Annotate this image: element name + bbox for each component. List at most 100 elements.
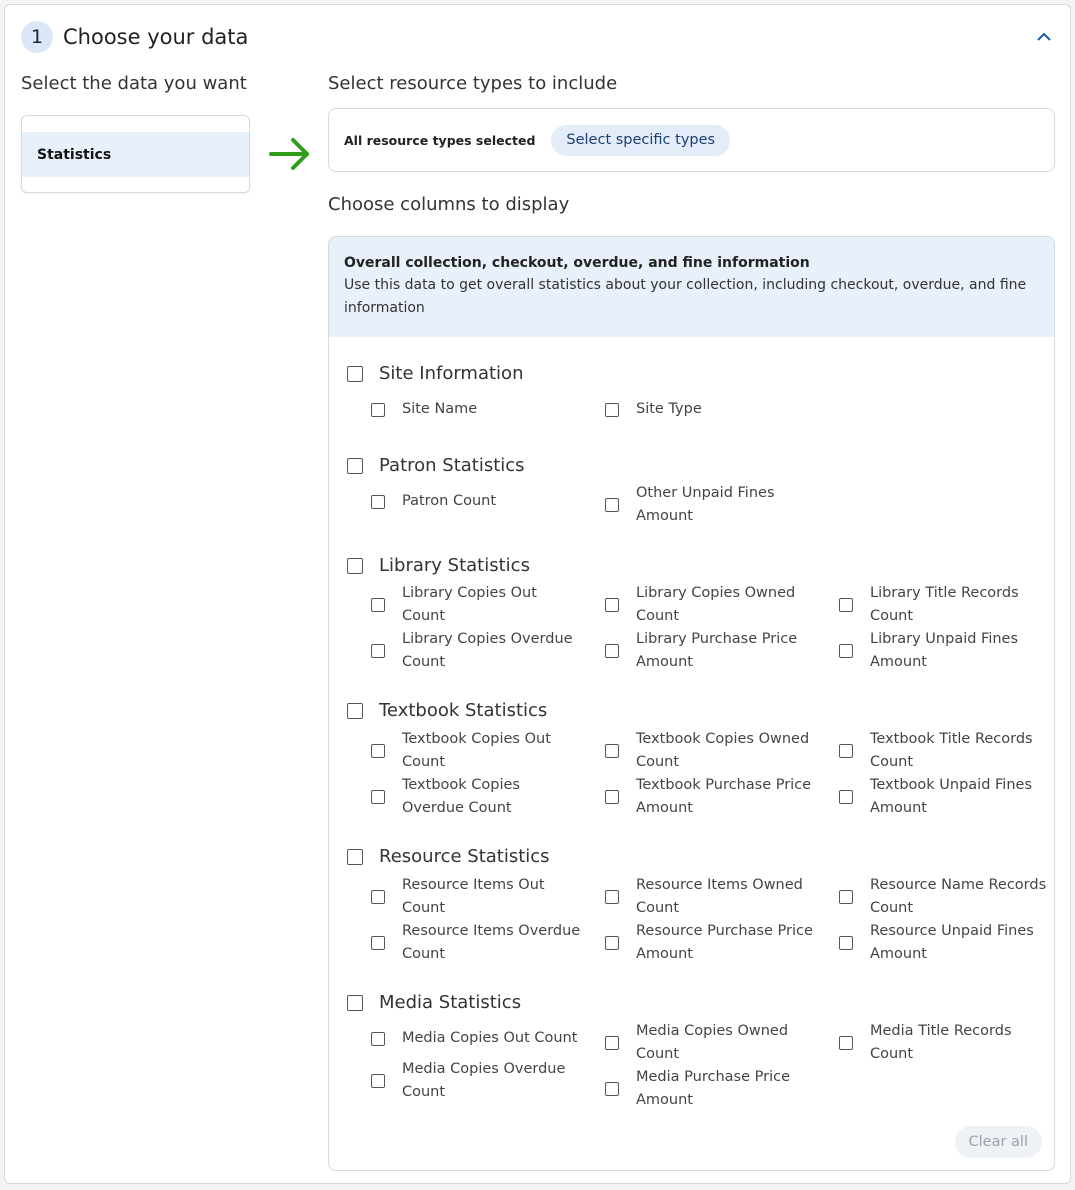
group-resource-statistics[interactable]: Resource Statistics — [347, 846, 550, 867]
option-resource-name-records-count[interactable]: Resource Name Records Count — [839, 874, 1051, 920]
option-label: Media Copies Owned Count — [636, 1023, 789, 1062]
option-label: Resource Items Owned Count — [636, 877, 803, 916]
option-media-copies-out-count[interactable]: Media Copies Out Count — [371, 1027, 581, 1050]
option-checkbox[interactable] — [605, 936, 619, 950]
option-label: Media Copies Overdue Count — [402, 1061, 566, 1100]
option-checkbox[interactable] — [605, 598, 619, 612]
option-label: Resource Purchase Price Amount — [636, 923, 813, 962]
columns-heading: Choose columns to display — [328, 194, 570, 215]
option-checkbox[interactable] — [371, 644, 385, 658]
option-label: Resource Name Records Count — [870, 877, 1047, 916]
option-checkbox[interactable] — [371, 1031, 385, 1046]
option-site-type[interactable]: Site Type — [605, 398, 815, 421]
group-label: Resource Statistics — [379, 846, 550, 867]
option-checkbox[interactable] — [839, 936, 853, 950]
group-checkbox[interactable] — [347, 457, 363, 474]
option-label: Site Name — [402, 401, 478, 417]
option-textbook-copies-owned-count[interactable]: Textbook Copies Owned Count — [605, 728, 815, 774]
group-textbook-statistics[interactable]: Textbook Statistics — [347, 700, 547, 721]
option-library-unpaid-fines-amount[interactable]: Library Unpaid Fines Amount — [839, 628, 1049, 674]
option-textbook-purchase-price-amount[interactable]: Textbook Purchase Price Amount — [605, 774, 815, 820]
option-library-copies-out-count[interactable]: Library Copies Out Count — [371, 582, 581, 628]
option-label: Library Copies Overdue Count — [402, 631, 573, 670]
columns-box: Overall collection, checkout, overdue, a… — [328, 236, 1055, 1171]
option-media-copies-overdue-count[interactable]: Media Copies Overdue Count — [371, 1058, 581, 1104]
collapse-button[interactable] — [1032, 25, 1056, 49]
option-resource-items-overdue-count[interactable]: Resource Items Overdue Count — [371, 920, 581, 966]
option-label: Library Title Records Count — [870, 585, 1019, 624]
data-type-heading: Select the data you want — [21, 73, 247, 94]
option-library-copies-overdue-count[interactable]: Library Copies Overdue Count — [371, 628, 581, 674]
option-checkbox[interactable] — [371, 1074, 385, 1088]
group-checkbox[interactable] — [347, 557, 363, 574]
option-other-unpaid-fines-amount[interactable]: Other Unpaid Fines Amount — [605, 482, 815, 528]
group-checkbox[interactable] — [347, 702, 363, 719]
clear-all-button[interactable]: Clear all — [954, 1126, 1042, 1158]
option-checkbox[interactable] — [605, 1082, 619, 1096]
resource-types-box: All resource types selected Select speci… — [328, 108, 1055, 172]
data-type-list: Statistics — [21, 115, 250, 193]
option-checkbox[interactable] — [371, 402, 385, 417]
option-checkbox[interactable] — [371, 936, 385, 950]
option-library-purchase-price-amount[interactable]: Library Purchase Price Amount — [605, 628, 815, 674]
option-label: Site Type — [636, 401, 702, 417]
option-checkbox[interactable] — [605, 890, 619, 904]
group-library-statistics[interactable]: Library Statistics — [347, 555, 530, 576]
option-media-purchase-price-amount[interactable]: Media Purchase Price Amount — [605, 1066, 815, 1112]
info-banner: Overall collection, checkout, overdue, a… — [329, 237, 1054, 337]
group-media-statistics[interactable]: Media Statistics — [347, 992, 521, 1013]
option-checkbox[interactable] — [371, 494, 385, 509]
option-checkbox[interactable] — [605, 790, 619, 804]
option-checkbox[interactable] — [605, 744, 619, 758]
option-label: Textbook Title Records Count — [870, 731, 1033, 770]
data-type-item-statistics[interactable]: Statistics — [22, 132, 249, 177]
option-label: Textbook Unpaid Fines Amount — [870, 777, 1032, 816]
option-site-name[interactable]: Site Name — [371, 398, 581, 421]
option-textbook-unpaid-fines-amount[interactable]: Textbook Unpaid Fines Amount — [839, 774, 1049, 820]
option-textbook-title-records-count[interactable]: Textbook Title Records Count — [839, 728, 1049, 774]
option-media-copies-owned-count[interactable]: Media Copies Owned Count — [605, 1020, 815, 1066]
option-label: Other Unpaid Fines Amount — [636, 485, 775, 524]
option-textbook-copies-out-count[interactable]: Textbook Copies Out Count — [371, 728, 581, 774]
option-library-title-records-count[interactable]: Library Title Records Count — [839, 582, 1049, 628]
option-label: Textbook Purchase Price Amount — [636, 777, 812, 816]
option-checkbox[interactable] — [605, 644, 619, 658]
option-resource-items-owned-count[interactable]: Resource Items Owned Count — [605, 874, 815, 920]
option-checkbox[interactable] — [839, 644, 853, 658]
option-resource-purchase-price-amount[interactable]: Resource Purchase Price Amount — [605, 920, 815, 966]
option-patron-count[interactable]: Patron Count — [371, 490, 581, 513]
group-checkbox[interactable] — [347, 365, 363, 382]
option-checkbox[interactable] — [839, 1036, 853, 1050]
option-checkbox[interactable] — [371, 790, 385, 804]
option-checkbox[interactable] — [605, 498, 619, 512]
step-title: Choose your data — [63, 25, 249, 49]
group-checkbox[interactable] — [347, 994, 363, 1011]
option-checkbox[interactable] — [839, 890, 853, 904]
option-label: Media Title Records Count — [870, 1023, 1012, 1062]
group-label: Site Information — [379, 363, 524, 384]
option-resource-items-out-count[interactable]: Resource Items Out Count — [371, 874, 581, 920]
option-checkbox[interactable] — [371, 744, 385, 758]
option-checkbox[interactable] — [605, 402, 619, 417]
group-label: Textbook Statistics — [379, 700, 548, 721]
banner-title: Overall collection, checkout, overdue, a… — [344, 255, 810, 271]
option-checkbox[interactable] — [605, 1036, 619, 1050]
option-checkbox[interactable] — [839, 744, 853, 758]
group-checkbox[interactable] — [347, 848, 363, 865]
option-checkbox[interactable] — [839, 790, 853, 804]
option-checkbox[interactable] — [839, 598, 853, 612]
select-specific-types-button[interactable]: Select specific types — [551, 124, 731, 156]
resource-types-status: All resource types selected — [344, 132, 536, 148]
option-label: Textbook Copies Out Count — [402, 731, 551, 770]
step-header: 1 Choose your data — [21, 21, 248, 53]
option-resource-unpaid-fines-amount[interactable]: Resource Unpaid Fines Amount — [839, 920, 1049, 966]
group-site-information[interactable]: Site Information — [347, 363, 523, 384]
option-checkbox[interactable] — [371, 598, 385, 612]
option-checkbox[interactable] — [371, 890, 385, 904]
option-library-copies-owned-count[interactable]: Library Copies Owned Count — [605, 582, 815, 628]
arrow-right-icon — [269, 135, 313, 177]
option-textbook-copies-overdue-count[interactable]: Textbook Copies Overdue Count — [371, 774, 581, 820]
banner-description: Use this data to get overall statistics … — [344, 277, 1027, 316]
option-media-title-records-count[interactable]: Media Title Records Count — [839, 1020, 1049, 1066]
group-patron-statistics[interactable]: Patron Statistics — [347, 455, 525, 476]
